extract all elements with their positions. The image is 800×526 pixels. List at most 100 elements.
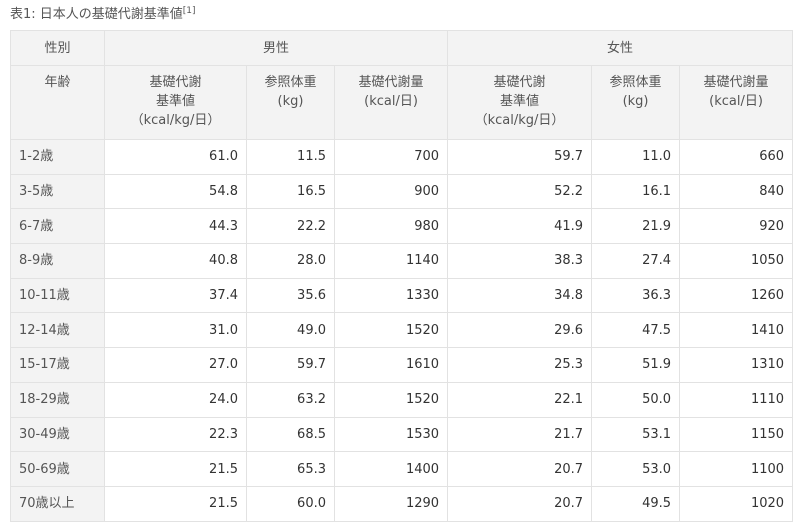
- male-ref-cell: 44.3: [104, 208, 247, 245]
- header-male-weight: 参照体重 (kg): [246, 65, 335, 140]
- male-weight-cell: 60.0: [246, 485, 335, 522]
- female-bmr-cell: 1050: [679, 243, 794, 279]
- female-bmr-cell: 840: [679, 173, 794, 210]
- male-bmr-cell: 700: [333, 139, 449, 175]
- male-weight-cell: 68.5: [246, 416, 335, 453]
- female-bmr-cell: 1100: [679, 451, 794, 487]
- male-ref-cell: 31.0: [104, 312, 247, 349]
- male-bmr-cell: 1530: [333, 416, 449, 453]
- header-male-bmr: 基礎代謝量 (kcal/日): [333, 65, 449, 140]
- header-female-bmr-ref: 基礎代謝 基準値 （kcal/kg/日）: [447, 65, 593, 140]
- male-ref-cell: 22.3: [104, 416, 247, 453]
- female-ref-cell: 59.7: [447, 139, 593, 175]
- male-ref-cell: 40.8: [104, 243, 247, 279]
- table-row: 50-69歳 21.5 65.3 1400 20.7 53.0 1100: [10, 451, 794, 487]
- male-weight-cell: 49.0: [246, 312, 335, 349]
- male-weight-cell: 65.3: [246, 451, 335, 487]
- male-ref-cell: 24.0: [104, 381, 247, 418]
- male-ref-cell: 54.8: [104, 173, 247, 210]
- male-ref-cell: 21.5: [104, 485, 247, 522]
- female-bmr-cell: 1310: [679, 347, 794, 383]
- age-cell: 70歳以上: [10, 485, 105, 522]
- female-weight-cell: 51.9: [591, 347, 681, 383]
- table-row: 3-5歳 54.8 16.5 900 52.2 16.1 840: [10, 173, 794, 210]
- female-ref-cell: 34.8: [447, 277, 593, 314]
- female-weight-cell: 50.0: [591, 381, 681, 418]
- female-bmr-cell: 920: [679, 208, 794, 245]
- female-weight-cell: 27.4: [591, 243, 681, 279]
- age-cell: 50-69歳: [10, 451, 105, 487]
- female-bmr-cell: 1260: [679, 277, 794, 314]
- header-row-sex: 性別 男性 女性: [10, 30, 794, 66]
- female-ref-cell: 41.9: [447, 208, 593, 245]
- male-bmr-cell: 900: [333, 173, 449, 210]
- header-male: 男性: [103, 30, 449, 66]
- header-male-bmr-ref: 基礎代謝 基準値 （kcal/kg/日）: [104, 65, 247, 140]
- male-weight-cell: 35.6: [246, 277, 335, 314]
- table-row: 1-2歳 61.0 11.5 700 59.7 11.0 660: [10, 139, 794, 175]
- female-weight-cell: 53.0: [591, 451, 681, 487]
- male-bmr-cell: 1520: [333, 312, 449, 349]
- reference-link[interactable]: [1]: [183, 6, 196, 16]
- male-weight-cell: 11.5: [246, 139, 335, 175]
- female-weight-cell: 47.5: [591, 312, 681, 349]
- female-bmr-cell: 1150: [679, 416, 794, 453]
- male-bmr-cell: 1330: [333, 277, 449, 314]
- male-bmr-cell: 1400: [333, 451, 449, 487]
- male-ref-cell: 21.5: [104, 451, 247, 487]
- female-weight-cell: 11.0: [591, 139, 681, 175]
- female-weight-cell: 53.1: [591, 416, 681, 453]
- female-bmr-cell: 1410: [679, 312, 794, 349]
- header-female-weight: 参照体重 (kg): [591, 65, 681, 140]
- male-bmr-cell: 1610: [333, 347, 449, 383]
- table-row: 30-49歳 22.3 68.5 1530 21.7 53.1 1150: [10, 416, 794, 453]
- female-weight-cell: 36.3: [591, 277, 681, 314]
- male-weight-cell: 28.0: [246, 243, 335, 279]
- female-bmr-cell: 1020: [679, 485, 794, 522]
- header-sex-label: 性別: [10, 30, 105, 66]
- table-row: 70歳以上 21.5 60.0 1290 20.7 49.5 1020: [10, 485, 794, 522]
- table-row: 8-9歳 40.8 28.0 1140 38.3 27.4 1050: [10, 243, 794, 279]
- female-bmr-cell: 660: [679, 139, 794, 175]
- male-bmr-cell: 1290: [333, 485, 449, 522]
- header-female-bmr: 基礎代謝量 (kcal/日): [679, 65, 794, 140]
- bmr-table: 性別 男性 女性 年齢 基礎代謝 基準値 （kcal/kg/日） 参照体重 (k…: [10, 30, 794, 522]
- age-cell: 12-14歳: [10, 312, 105, 349]
- table-row: 12-14歳 31.0 49.0 1520 29.6 47.5 1410: [10, 312, 794, 349]
- age-cell: 10-11歳: [10, 277, 105, 314]
- male-ref-cell: 61.0: [104, 139, 247, 175]
- female-ref-cell: 21.7: [447, 416, 593, 453]
- male-ref-cell: 27.0: [104, 347, 247, 383]
- table-row: 18-29歳 24.0 63.2 1520 22.1 50.0 1110: [10, 381, 794, 418]
- female-weight-cell: 21.9: [591, 208, 681, 245]
- female-ref-cell: 25.3: [447, 347, 593, 383]
- age-cell: 30-49歳: [10, 416, 105, 453]
- male-weight-cell: 22.2: [246, 208, 335, 245]
- female-ref-cell: 20.7: [447, 485, 593, 522]
- female-ref-cell: 38.3: [447, 243, 593, 279]
- age-cell: 15-17歳: [10, 347, 105, 383]
- female-ref-cell: 29.6: [447, 312, 593, 349]
- header-female: 女性: [447, 30, 794, 66]
- male-ref-cell: 37.4: [104, 277, 247, 314]
- male-weight-cell: 59.7: [246, 347, 335, 383]
- male-weight-cell: 16.5: [246, 173, 335, 210]
- age-cell: 3-5歳: [10, 173, 105, 210]
- header-row-columns: 年齢 基礎代謝 基準値 （kcal/kg/日） 参照体重 (kg) 基礎代謝量 …: [10, 65, 794, 140]
- table-row: 6-7歳 44.3 22.2 980 41.9 21.9 920: [10, 208, 794, 245]
- female-ref-cell: 20.7: [447, 451, 593, 487]
- male-bmr-cell: 1140: [333, 243, 449, 279]
- age-cell: 18-29歳: [10, 381, 105, 418]
- female-weight-cell: 16.1: [591, 173, 681, 210]
- female-bmr-cell: 1110: [679, 381, 794, 418]
- male-bmr-cell: 980: [333, 208, 449, 245]
- male-bmr-cell: 1520: [333, 381, 449, 418]
- table-body: 1-2歳 61.0 11.5 700 59.7 11.0 660 3-5歳 54.8 16.5 90…: [10, 139, 794, 522]
- table-row: 15-17歳 27.0 59.7 1610 25.3 51.9 1310: [10, 347, 794, 383]
- header-age-label: 年齢: [10, 65, 105, 140]
- age-cell: 8-9歳: [10, 243, 105, 279]
- female-ref-cell: 22.1: [447, 381, 593, 418]
- male-weight-cell: 63.2: [246, 381, 335, 418]
- age-cell: 1-2歳: [10, 139, 105, 175]
- female-ref-cell: 52.2: [447, 173, 593, 210]
